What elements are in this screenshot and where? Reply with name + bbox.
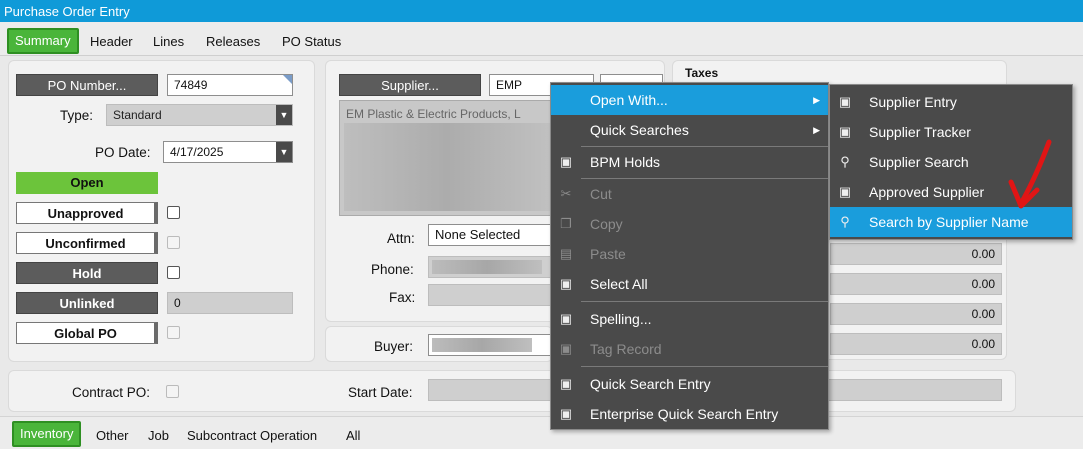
copy-icon: ❐	[560, 216, 572, 231]
phone-label: Phone:	[371, 262, 414, 277]
status-open-badge: Open	[16, 172, 158, 194]
menu-separator	[581, 301, 828, 302]
redacted-phone	[432, 260, 542, 274]
red-annotation-arrow-icon	[1008, 139, 1052, 209]
tab-subcontract-operation[interactable]: Subcontract Operation	[187, 428, 317, 443]
contract-po-label: Contract PO:	[72, 385, 151, 400]
form-icon: ▣	[559, 311, 573, 326]
start-date-label: Start Date:	[348, 385, 413, 400]
buyer-field[interactable]	[428, 334, 552, 356]
tab-po-status[interactable]: PO Status	[282, 34, 341, 49]
clipboard-icon: ▤	[559, 246, 573, 261]
supplier-address-box: EM Plastic & Electric Products, L	[339, 100, 555, 216]
tab-summary[interactable]: Summary	[7, 28, 79, 54]
menu-item-select-all[interactable]: ▣ Select All	[551, 269, 828, 299]
binoculars-icon: ⚲	[840, 154, 850, 169]
tab-job[interactable]: Job	[148, 428, 169, 443]
attn-label: Attn:	[387, 231, 415, 246]
submenu-arrow-icon: ▶	[813, 125, 820, 135]
tab-releases[interactable]: Releases	[206, 34, 260, 49]
tax-value-4: 0.00	[830, 333, 1002, 355]
tab-other[interactable]: Other	[96, 428, 129, 443]
tab-inventory[interactable]: Inventory	[12, 421, 82, 447]
redacted-address-block	[344, 123, 550, 211]
unconfirmed-checkbox	[167, 236, 180, 249]
menu-item-cut: ✂ Cut	[551, 179, 828, 209]
global-po-checkbox	[167, 326, 180, 339]
submenu-item-supplier-entry[interactable]: ▣ Supplier Entry	[830, 87, 1072, 117]
menu-item-bpm-holds[interactable]: ▣ BPM Holds	[551, 147, 828, 177]
start-date-field	[428, 379, 552, 401]
po-date-label: PO Date:	[95, 145, 151, 160]
submenu-arrow-icon: ▶	[813, 95, 820, 105]
unlinked-field: 0	[167, 292, 293, 314]
supplier-button[interactable]: Supplier...	[339, 74, 481, 96]
phone-field	[428, 256, 552, 278]
contract-po-checkbox	[166, 385, 179, 398]
form-icon: ▣	[559, 406, 573, 421]
binoculars-icon: ⚲	[840, 214, 850, 229]
context-menu: Open With... ▶ Quick Searches ▶ ▣ BPM Holds…	[550, 82, 829, 430]
menu-item-quick-search-entry[interactable]: ▣ Quick Search Entry	[551, 369, 828, 399]
end-date-field	[828, 379, 1002, 401]
menu-item-paste: ▤ Paste	[559, 246, 626, 262]
unapproved-checkbox[interactable]	[167, 206, 180, 219]
field-corner-marker	[283, 75, 292, 84]
form-icon: ▣	[559, 341, 573, 356]
window-title: Purchase Order Entry	[0, 0, 1083, 22]
form-icon: ▣	[559, 154, 573, 169]
tab-lines[interactable]: Lines	[153, 34, 184, 49]
menu-item-spelling[interactable]: ▣ Spelling...	[551, 304, 828, 334]
po-date-field[interactable]: 4/17/2025	[163, 141, 293, 163]
menu-separator	[581, 366, 828, 367]
tax-value-2: 0.00	[830, 273, 1002, 295]
attn-select[interactable]: None Selected	[428, 224, 552, 246]
hold-checkbox[interactable]	[167, 266, 180, 279]
calendar-dropdown-icon[interactable]: ▼	[276, 142, 292, 162]
menu-item-quick-searches[interactable]: Quick Searches ▶	[551, 115, 828, 145]
global-po-label: Global PO	[16, 322, 158, 344]
tab-header[interactable]: Header	[90, 34, 133, 49]
menu-item-copy: ❐ Copy	[551, 209, 828, 239]
menu-item-enterprise-quick-search-entry[interactable]: ▣ Enterprise Quick Search Entry	[551, 399, 828, 429]
unconfirmed-label: Unconfirmed	[16, 232, 158, 254]
type-select[interactable]: Standard	[106, 104, 293, 126]
bottom-tab-strip: Inventory Other Job Subcontract Operatio…	[0, 416, 1083, 449]
fax-field	[428, 284, 552, 306]
po-number-field[interactable]: 74849	[167, 74, 293, 96]
hold-label: Hold	[16, 262, 158, 284]
unapproved-label: Unapproved	[16, 202, 158, 224]
taxes-title: Taxes	[685, 66, 719, 80]
tax-value-3: 0.00	[830, 303, 1002, 325]
tab-all[interactable]: All	[346, 428, 360, 443]
scissors-icon: ✂	[560, 186, 572, 201]
redacted-buyer	[432, 338, 532, 352]
po-number-button[interactable]: PO Number...	[16, 74, 158, 96]
form-icon: ▣	[838, 184, 852, 199]
buyer-label: Buyer:	[374, 339, 414, 354]
type-label: Type:	[60, 108, 94, 123]
top-tab-strip: Summary Header Lines Releases PO Status	[0, 22, 1083, 56]
supplier-address-line: EM Plastic & Electric Products, L	[346, 107, 521, 121]
unlinked-label: Unlinked	[16, 292, 158, 314]
chevron-down-icon[interactable]: ▼	[276, 105, 292, 125]
form-icon: ▣	[559, 276, 573, 291]
menu-item-open-with[interactable]: Open With... ▶	[551, 85, 828, 115]
fax-label: Fax:	[389, 290, 416, 305]
form-icon: ▣	[838, 94, 852, 109]
form-icon: ▣	[838, 124, 852, 139]
menu-item-tag-record: ▣ Tag Record	[559, 341, 662, 357]
form-icon: ▣	[559, 376, 573, 391]
tax-value-1: 0.00	[830, 243, 1002, 265]
